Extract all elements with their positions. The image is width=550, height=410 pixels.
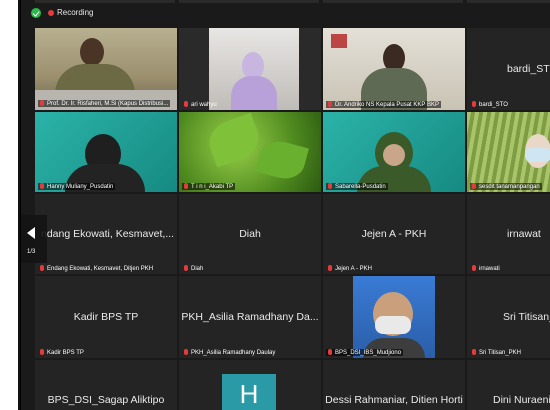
participant-name: BPS_DSI_Sagap Aliktipo xyxy=(47,394,165,406)
mic-muted-icon xyxy=(472,349,476,355)
video-tile-participant[interactable]: bardi_ST bardi_STO xyxy=(467,28,550,110)
video-tile-participant[interactable]: BPS_DSI_Sagap Aliktipo xyxy=(35,360,177,410)
video-tile-participant[interactable]: ari wahyu xyxy=(179,28,321,110)
participant-name: Sri Titisan_ xyxy=(503,311,550,323)
participant-name-tag: Endang Ekowati, Kesmavet, Ditjen PKH xyxy=(38,265,155,272)
participant-name: PKH_Asilia Ramadhany Da... xyxy=(181,311,319,323)
participant-name: Jejen A - PKH xyxy=(361,228,427,240)
mic-muted-icon xyxy=(328,265,332,271)
participant-name-tag: Prof. Dr. Ir. Risfaheri, M.Si (Kapus Dis… xyxy=(38,100,171,107)
video-tile-participant[interactable]: Jejen A - PKH Jejen A - PKH xyxy=(323,194,465,274)
video-tile-participant[interactable]: Kadir BPS TP Kadir BPS TP xyxy=(35,276,177,358)
participant-name-tag: Diah xyxy=(182,265,205,272)
previous-row-edge xyxy=(21,0,550,3)
screen: Recording Prof. Dr. Ir. Risfaheri, M.Si … xyxy=(0,0,550,410)
mic-muted-icon xyxy=(40,183,44,189)
video-tile-participant[interactable]: BPS_DSI_IBS_Mudjiono xyxy=(323,276,465,358)
video-tile-participant[interactable]: Hanny Muliany_Pusdatin xyxy=(35,112,177,192)
arrow-left-icon xyxy=(27,227,35,239)
participant-name-tag: ari wahyu xyxy=(182,101,219,108)
mic-muted-icon xyxy=(328,101,332,107)
face-mask xyxy=(525,148,550,162)
participant-name-tag: Hanny Muliany_Pusdatin xyxy=(38,183,116,190)
participant-name-tag: Kadir BPS TP xyxy=(38,349,86,356)
participant-name: bardi_ST xyxy=(507,63,550,75)
participant-name-tag: Jejen A - PKH xyxy=(326,265,374,272)
recording-dot-icon xyxy=(48,10,54,16)
participant-name-tag: BPS_DSI_IBS_Mudjiono xyxy=(326,349,404,356)
mic-muted-icon xyxy=(472,101,476,107)
video-tile-participant[interactable]: Dessi Rahmaniar, Ditien Horti xyxy=(323,360,465,410)
mic-muted-icon xyxy=(328,349,332,355)
recording-label: Recording xyxy=(57,8,94,17)
participant-name-tag: PKH_Asilia Ramadhany Daulay xyxy=(182,349,277,356)
participant-name-tag: bardi_STO xyxy=(470,101,510,108)
mic-muted-icon xyxy=(40,100,44,106)
participant-name-tag: sesdit tanamanpangan xyxy=(470,183,542,190)
previous-page-button[interactable]: 1/3 xyxy=(21,215,47,263)
video-tile-participant[interactable]: irnawat irnawati xyxy=(467,194,550,274)
video-tile-participant[interactable]: Dr. Andriko NS Kepala Pusat KKP BKP xyxy=(323,28,465,110)
mic-muted-icon xyxy=(184,349,188,355)
participant-name-tag: Sabarella-Pusdatin xyxy=(326,183,388,190)
video-tile-participant[interactable]: ndang Ekowati, Kesmavet,... Endang Ekowa… xyxy=(35,194,177,274)
face-mask xyxy=(375,316,411,334)
person-head xyxy=(80,38,104,66)
mic-muted-icon xyxy=(184,183,188,189)
video-tile-participant[interactable]: sesdit tanamanpangan xyxy=(467,112,550,192)
mic-muted-icon xyxy=(40,265,44,271)
participant-name: Dini Nuraeni_P xyxy=(493,394,550,406)
page-indicator: 1/3 xyxy=(27,249,36,255)
video-tile-participant[interactable]: T i n i_Akabi TP xyxy=(179,112,321,192)
participant-name: ndang Ekowati, Kesmavet,... xyxy=(41,228,175,240)
meeting-window: Recording Prof. Dr. Ir. Risfaheri, M.Si … xyxy=(20,0,550,410)
participant-name: Dessi Rahmaniar, Ditien Horti xyxy=(325,394,463,406)
mic-muted-icon xyxy=(184,101,188,107)
video-tile-participant[interactable]: H xyxy=(179,360,321,410)
video-tile-participant[interactable]: Diah Diah xyxy=(179,194,321,274)
mic-muted-icon xyxy=(328,183,332,189)
video-tile-participant[interactable]: Dini Nuraeni_P xyxy=(467,360,550,410)
encryption-shield-icon[interactable] xyxy=(31,8,41,18)
video-tile-participant[interactable]: Sri Titisan_ Sri Titisan_PKH xyxy=(467,276,550,358)
mic-muted-icon xyxy=(40,349,44,355)
participant-name: Kadir BPS TP xyxy=(73,311,139,323)
avatar-initial: H xyxy=(222,374,276,410)
mic-muted-icon xyxy=(472,183,476,189)
wall-picture xyxy=(331,34,347,48)
person-face xyxy=(383,144,405,166)
video-tile-participant[interactable]: PKH_Asilia Ramadhany Da... PKH_Asilia Ra… xyxy=(179,276,321,358)
participant-name-tag: Dr. Andriko NS Kepala Pusat KKP BKP xyxy=(326,101,441,108)
participant-name: irnawat xyxy=(507,228,541,240)
mic-muted-icon xyxy=(184,265,188,271)
person-body xyxy=(231,76,277,110)
video-tile-participant[interactable]: Sabarella-Pusdatin xyxy=(323,112,465,192)
mic-muted-icon xyxy=(472,265,476,271)
participant-name-tag: T i n i_Akabi TP xyxy=(182,183,236,190)
participant-name-tag: Sri Titisan_PKH xyxy=(470,349,523,356)
meeting-top-bar: Recording xyxy=(21,0,550,26)
participant-name: Diah xyxy=(239,228,261,240)
participant-name-tag: irnawati xyxy=(470,265,502,272)
video-tile-host[interactable]: Prof. Dr. Ir. Risfaheri, M.Si (Kapus Dis… xyxy=(35,28,177,110)
